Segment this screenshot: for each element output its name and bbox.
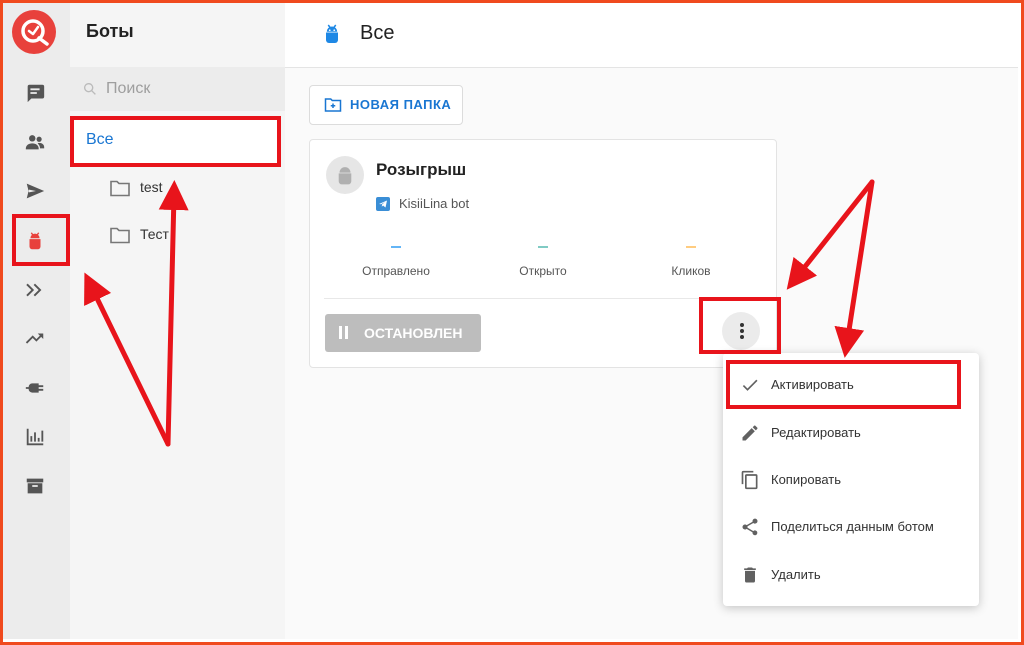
menu-item-copy[interactable]: Копировать [723, 457, 979, 503]
bot-icon [326, 24, 338, 43]
menu-item-label: Редактировать [771, 425, 861, 440]
main-header: Все [285, 3, 1018, 68]
menu-item-share[interactable]: Поделиться данным ботом [723, 504, 979, 550]
forward-icon[interactable] [21, 276, 49, 304]
status-label: ОСТАНОВЛЕН [364, 325, 463, 341]
plug-icon[interactable] [21, 374, 49, 402]
bot-avatar-icon [338, 167, 352, 185]
stat-opened: Открыто [483, 244, 603, 278]
menu-item-label: Активировать [771, 377, 854, 392]
status-button[interactable]: ОСТАНОВЛЕН [325, 314, 481, 352]
chat-icon[interactable] [21, 79, 49, 107]
bot-card[interactable]: Розыгрыш KisiiLina bot Отправлено Открыт… [309, 139, 777, 368]
stat-label: Кликов [671, 264, 711, 278]
bot-icon[interactable] [21, 227, 49, 255]
stat-sent: Отправлено [336, 244, 456, 278]
menu-item-activate[interactable]: Активировать [723, 362, 979, 408]
bot-channel: KisiiLina bot [399, 196, 470, 211]
new-folder-button[interactable]: НОВАЯ ПАПКА [309, 85, 463, 125]
users-icon[interactable] [21, 128, 49, 156]
stat-value-dash [538, 246, 548, 248]
bar-chart-icon[interactable] [21, 423, 49, 451]
panel-title: Боты [86, 21, 134, 41]
new-folder-label: НОВАЯ ПАПКА [350, 97, 452, 112]
stat-label: Отправлено [362, 264, 430, 278]
telegram-icon [376, 197, 390, 211]
stat-value-dash [391, 246, 401, 248]
stat-value-dash [686, 246, 696, 248]
pencil-icon [742, 425, 758, 441]
menu-item-label: Копировать [771, 472, 841, 487]
menu-item-label: Удалить [771, 567, 821, 582]
app: Боты Поиск Все test Тест Все НОВАЯ ПАПКА… [3, 3, 1018, 639]
card-divider [324, 298, 762, 299]
stat-label: Открыто [519, 264, 567, 278]
context-menu: Активировать Редактировать Копировать По… [723, 353, 979, 606]
share-icon [742, 518, 758, 536]
bot-avatar [326, 156, 364, 194]
folder-add-icon [324, 98, 342, 112]
trash-icon [744, 567, 756, 583]
page-title: Все [360, 22, 395, 44]
folders-panel: Боты Поиск Все test Тест [70, 3, 285, 639]
menu-item-label: Поделиться данным ботом [771, 519, 934, 534]
folder-label: Все [86, 131, 114, 148]
search-box[interactable]: Поиск [70, 67, 285, 111]
menu-item-delete[interactable]: Удалить [723, 552, 979, 598]
folder-item-all[interactable]: Все [70, 119, 280, 165]
folder-icon [110, 227, 130, 244]
check-icon [742, 379, 758, 391]
copy-icon [741, 470, 758, 490]
folder-label: test [140, 179, 163, 195]
send-icon[interactable] [21, 177, 49, 205]
icon-rail [3, 3, 70, 639]
menu-item-edit[interactable]: Редактировать [723, 410, 979, 456]
more-options-button[interactable] [722, 312, 760, 350]
bot-name: Розыгрыш [376, 160, 467, 179]
archive-icon[interactable] [21, 472, 49, 500]
folder-label: Тест [140, 226, 169, 242]
logo-icon [21, 19, 49, 46]
stat-clicks: Кликов [631, 244, 751, 278]
app-logo[interactable] [12, 10, 56, 54]
trending-icon[interactable] [21, 325, 49, 353]
search-icon [84, 83, 96, 95]
folder-icon [110, 180, 130, 197]
pause-icon [339, 326, 342, 339]
search-input[interactable]: Поиск [106, 80, 150, 98]
